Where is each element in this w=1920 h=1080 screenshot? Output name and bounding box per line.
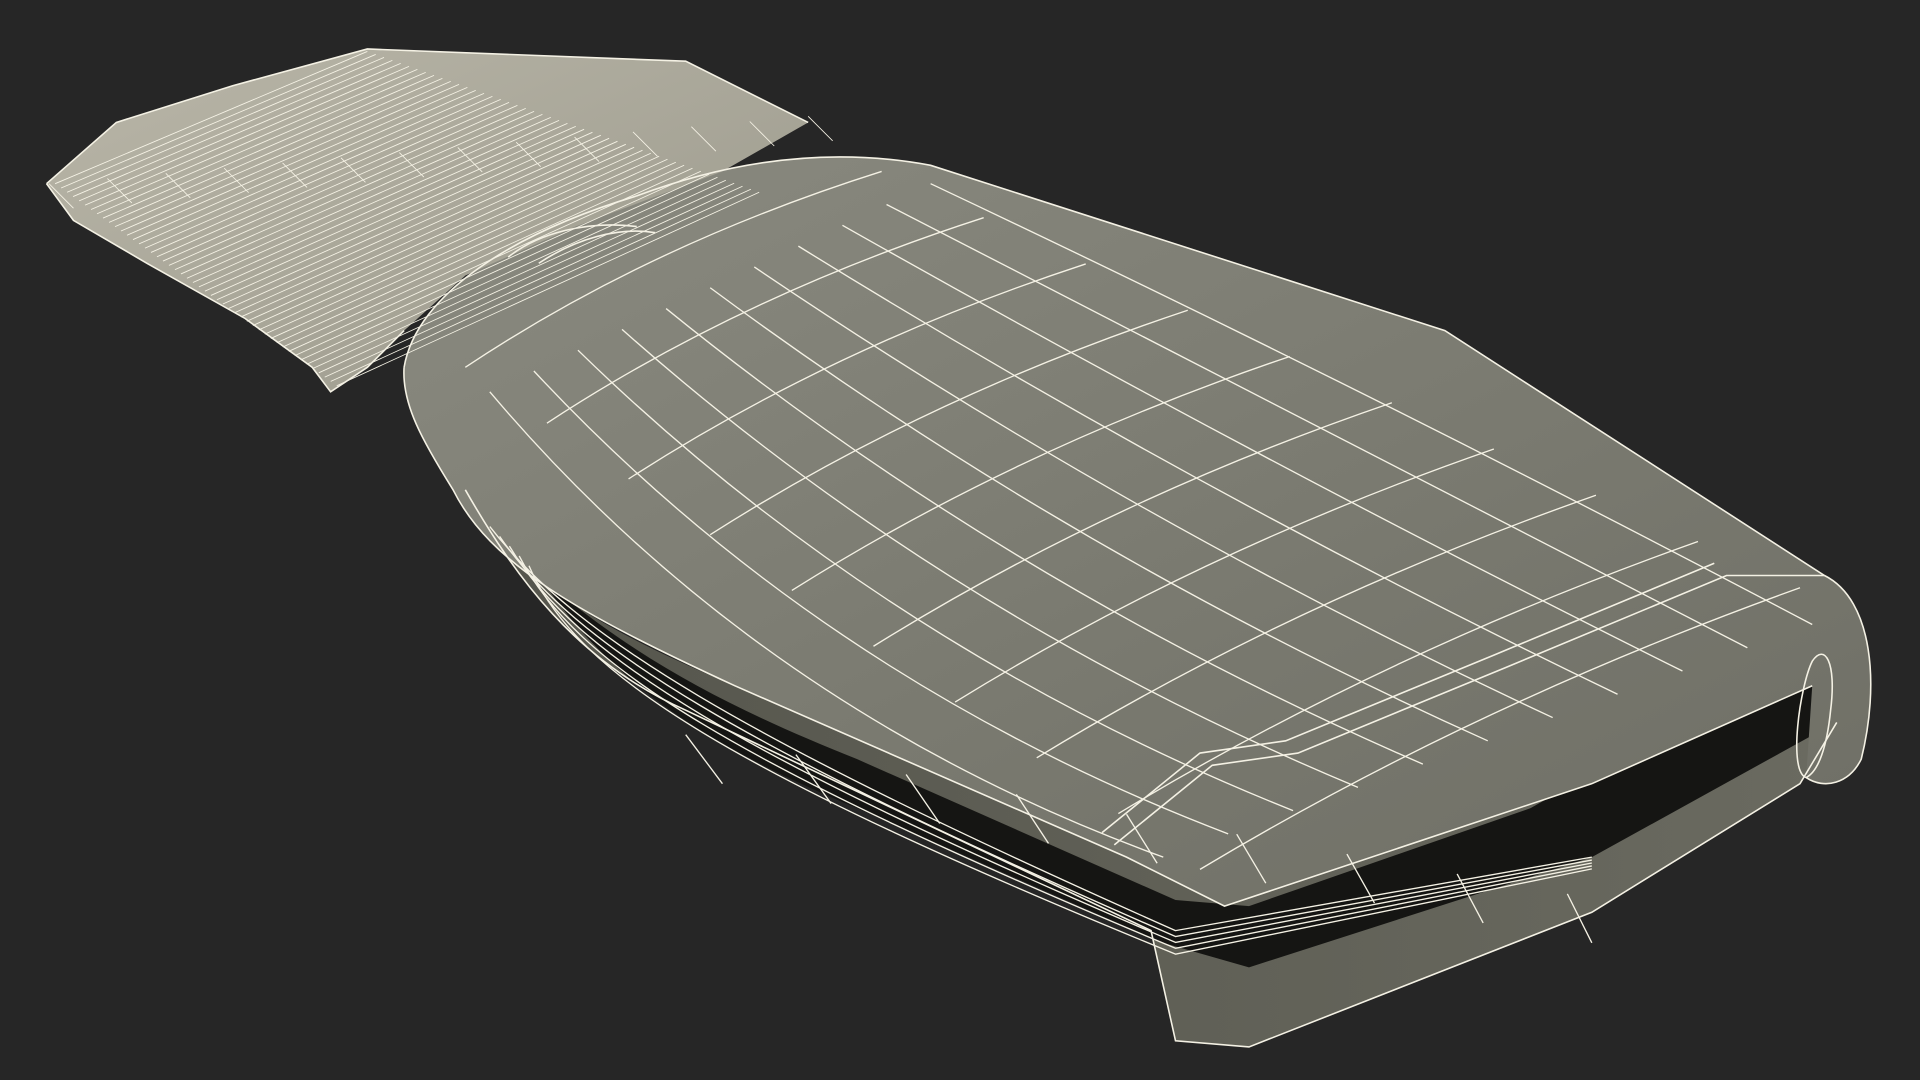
wire-line	[807, 116, 833, 142]
wire-line	[685, 734, 723, 785]
render-viewport	[0, 0, 1920, 1080]
wireframe-render	[45, 48, 1872, 1048]
